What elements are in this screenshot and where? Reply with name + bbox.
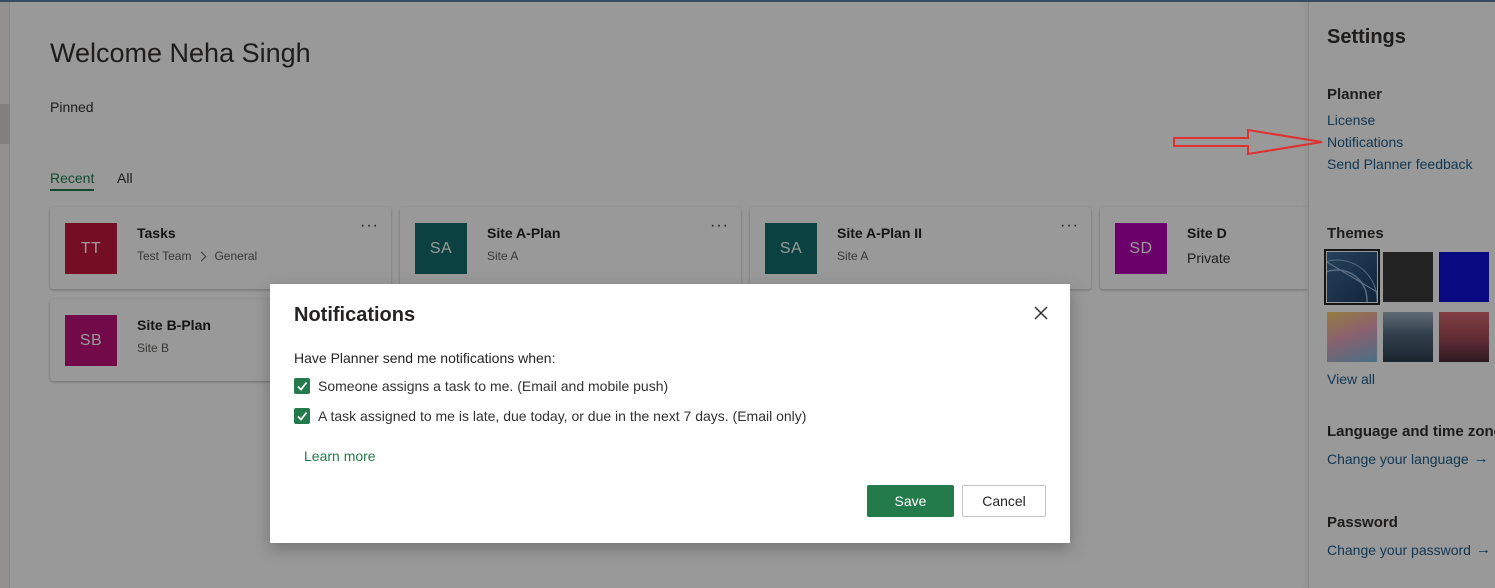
learn-more-link[interactable]: Learn more bbox=[304, 448, 376, 464]
red-arrow-annotation bbox=[1173, 128, 1323, 156]
checkbox-checked[interactable] bbox=[294, 378, 310, 394]
checkmark-icon bbox=[297, 411, 308, 421]
cancel-button[interactable]: Cancel bbox=[962, 485, 1046, 517]
dialog-title: Notifications bbox=[294, 304, 416, 326]
option-label: A task assigned to me is late, due today… bbox=[318, 408, 807, 424]
save-button[interactable]: Save bbox=[867, 485, 954, 517]
checkmark-icon bbox=[297, 381, 308, 391]
notifications-dialog: Notifications Have Planner send me notif… bbox=[270, 284, 1070, 543]
notify-due-option[interactable]: A task assigned to me is late, due today… bbox=[294, 408, 806, 424]
checkbox-checked[interactable] bbox=[294, 408, 310, 424]
dialog-intro: Have Planner send me notifications when: bbox=[294, 350, 556, 366]
notify-assigned-option[interactable]: Someone assigns a task to me. (Email and… bbox=[294, 378, 668, 394]
close-icon[interactable] bbox=[1032, 304, 1050, 322]
option-label: Someone assigns a task to me. (Email and… bbox=[318, 378, 669, 394]
